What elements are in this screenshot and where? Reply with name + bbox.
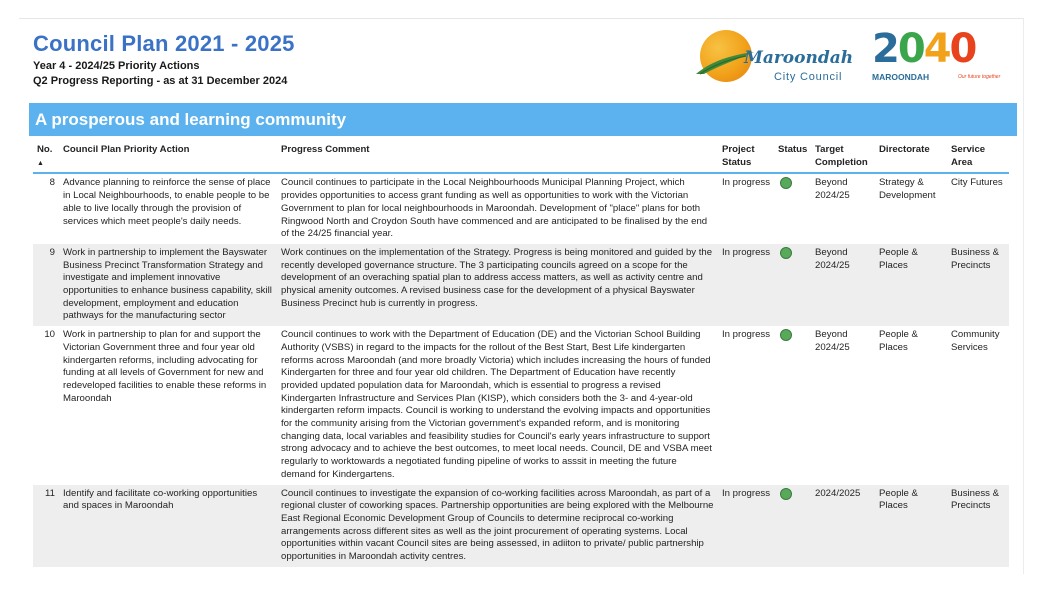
row-status xyxy=(774,484,811,567)
row-project-status: In progress xyxy=(718,243,774,327)
priority-actions-table: No. ▲ Council Plan Priority Action Progre… xyxy=(33,142,1009,567)
page-title: Council Plan 2021 - 2025 xyxy=(33,31,295,56)
row-status xyxy=(774,243,811,327)
col-header-target[interactable]: Target Completion xyxy=(811,142,875,175)
logo-city: City Council xyxy=(774,71,843,83)
logo-name: Maroondah xyxy=(744,48,854,68)
table-row: 8 Advance planning to reinforce the sens… xyxy=(33,173,1009,244)
sort-ascending-icon: ▲ xyxy=(37,159,44,167)
row-target: Beyond 2024/25 xyxy=(815,329,850,353)
row-no: 11 xyxy=(33,484,59,567)
section-banner: A prosperous and learning community xyxy=(29,103,1017,136)
table-row: 10 Work in partnership to plan for and s… xyxy=(33,326,1009,484)
table-header-row: No. ▲ Council Plan Priority Action Progre… xyxy=(33,142,1009,175)
row-directorate: Strategy & Development xyxy=(879,177,936,202)
status-green-circle-icon xyxy=(780,329,792,342)
row-service-area: City Futures xyxy=(951,177,1003,189)
col-header-action[interactable]: Council Plan Priority Action xyxy=(59,142,277,175)
maroondah-2040-logo: 2040 MAROONDAH Our future together xyxy=(872,26,1008,88)
row-service-area: Business & Precincts xyxy=(947,484,1009,567)
row-directorate: People & Places xyxy=(875,243,947,327)
row-target: 2024/2025 xyxy=(811,484,875,567)
digit-4: 4 xyxy=(923,26,952,72)
maroondah-city-council-logo: Maroondah City Council xyxy=(692,28,854,88)
vision-label: MAROONDAH xyxy=(872,72,930,82)
row-service-area: Business & Precincts xyxy=(947,243,1009,327)
row-action: Work in partnership to plan for and supp… xyxy=(63,329,267,404)
vision-tagline: Our future together xyxy=(958,74,1001,80)
row-action: Identify and facilitate co-working oppor… xyxy=(59,484,277,567)
row-comment: Work continues on the implementation of … xyxy=(277,243,718,327)
row-no: 9 xyxy=(33,243,59,327)
row-status xyxy=(774,173,811,244)
row-action: Work in partnership to implement the Bay… xyxy=(59,243,277,327)
vision-2040-digits: 2040 xyxy=(872,26,978,72)
row-project-status: In progress xyxy=(722,329,770,341)
col-header-no[interactable]: No. ▲ xyxy=(33,142,59,175)
row-action: Advance planning to reinforce the sense … xyxy=(63,177,271,227)
row-directorate: People & Places xyxy=(875,484,947,567)
table-row: 11 Identify and facilitate co-working op… xyxy=(33,484,1009,567)
status-green-circle-icon xyxy=(780,246,792,259)
col-header-service-area[interactable]: Service Area xyxy=(947,142,1009,175)
row-target: Beyond 2024/25 xyxy=(811,243,875,327)
row-target: Beyond 2024/25 xyxy=(815,177,850,202)
digit-2: 2 xyxy=(872,26,900,72)
col-header-directorate[interactable]: Directorate xyxy=(875,142,947,175)
row-service-area: Community Services xyxy=(951,329,1000,353)
digit-0b: 0 xyxy=(949,26,978,72)
row-project-status: In progress xyxy=(718,484,774,567)
table-row: 9 Work in partnership to implement the B… xyxy=(33,243,1009,327)
page-subtitle-year: Year 4 - 2024/25 Priority Actions xyxy=(33,60,200,72)
row-no: 8 xyxy=(49,177,55,189)
row-status xyxy=(774,326,811,484)
col-header-project-status[interactable]: Project Status xyxy=(718,142,774,175)
row-directorate: People & Places xyxy=(879,329,918,353)
section-title: A prosperous and learning community xyxy=(35,110,347,129)
row-no: 10 xyxy=(44,329,55,341)
status-green-circle-icon xyxy=(780,177,792,190)
row-comment: Council continues to investigate the exp… xyxy=(277,484,718,567)
digit-0: 0 xyxy=(897,26,926,72)
page-subtitle-quarter: Q2 Progress Reporting - as at 31 Decembe… xyxy=(33,75,288,87)
row-project-status: In progress xyxy=(722,177,770,189)
row-comment: Council continues to work with the Depar… xyxy=(281,329,712,480)
col-header-comment[interactable]: Progress Comment xyxy=(277,142,718,175)
col-header-status[interactable]: Status xyxy=(774,142,811,175)
row-comment: Council continues to participate in the … xyxy=(281,177,708,240)
status-green-circle-icon xyxy=(780,487,792,500)
